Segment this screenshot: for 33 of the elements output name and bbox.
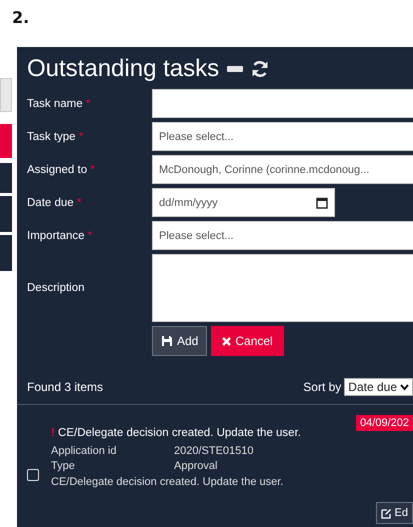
calendar-icon[interactable] (316, 196, 328, 208)
sort-label: Sort by (303, 380, 342, 394)
task-checkbox[interactable] (27, 469, 39, 481)
due-date-badge: 04/09/202 (356, 415, 413, 431)
add-button[interactable]: Add (152, 326, 208, 356)
detail-label: Application id (51, 445, 118, 457)
cancel-button[interactable]: Cancel (211, 326, 284, 356)
field-label: Assigned to * (26, 164, 96, 176)
close-icon (222, 336, 232, 346)
detail-value: 2020/STE01510 (174, 445, 255, 457)
field-label: Task name * (26, 98, 92, 110)
edit-button[interactable]: Ed (376, 502, 413, 524)
select-field[interactable]: McDonough, Corinne (corinne.mcdonoug... (152, 155, 413, 184)
select-field[interactable]: Please select... (152, 122, 413, 151)
step-number: 2. (12, 8, 30, 29)
select-field[interactable]: Please select... (152, 221, 413, 250)
refresh-icon[interactable] (251, 60, 270, 78)
detail-label: Type (51, 460, 76, 472)
detail-value: Approval (174, 460, 218, 472)
task-title: ! CE/Delegate decision created. Update the user. (51, 427, 301, 439)
minimize-icon[interactable] (227, 66, 244, 72)
field-label: Date due * (26, 196, 82, 208)
sort-select[interactable]: Date due (344, 378, 413, 396)
field-label: Importance * (26, 230, 94, 242)
panel-title: Outstanding tasks (27, 55, 220, 83)
chevron-down-icon (400, 384, 409, 390)
field-label: Task type * (26, 130, 84, 142)
text-input[interactable] (152, 89, 413, 118)
result-count: Found 3 items (27, 380, 104, 394)
field-label: Description (26, 282, 86, 294)
task-description: CE/Delegate decision created. Update the user. (51, 476, 284, 488)
edit-icon (380, 508, 392, 518)
date-field[interactable]: dd/mm/yyyy (152, 188, 335, 217)
